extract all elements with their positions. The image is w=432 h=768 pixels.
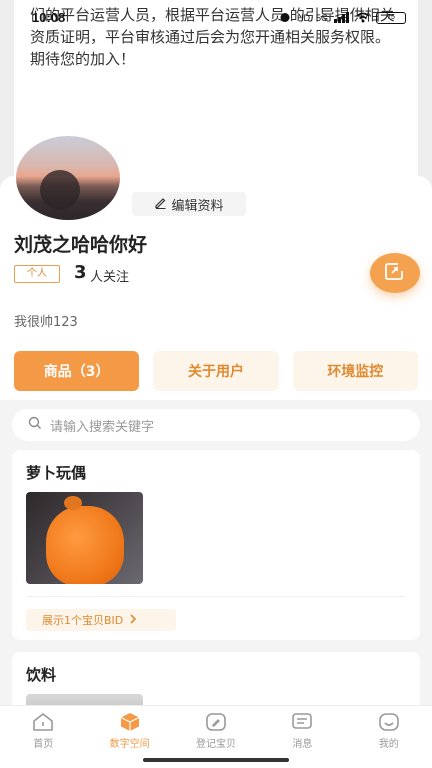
cube-icon (118, 712, 142, 732)
battery-icon: 75 (376, 12, 406, 24)
status-bar: 10:08 HD 5G 75 (0, 8, 432, 30)
search-input[interactable]: 请输入搜索关键字 (12, 409, 420, 441)
category-card: 萝卜玩偶 展示1个宝贝BID (12, 450, 420, 640)
user-name: 刘茂之哈哈你好 (14, 234, 148, 256)
signal-icon (334, 11, 350, 25)
tab-environment-monitoring[interactable]: 环境监控 (292, 351, 418, 391)
divider (26, 596, 406, 597)
nav-label: 我的 (378, 739, 399, 750)
user-bio: 我很帅123 (14, 315, 78, 330)
avatar[interactable] (16, 136, 120, 220)
pencil-icon (154, 196, 167, 213)
message-icon (290, 712, 314, 732)
wifi-icon (356, 12, 370, 25)
nav-label: 首页 (33, 739, 54, 750)
category-title: 饮料 (26, 666, 57, 684)
chevron-right-icon (129, 613, 137, 627)
nav-label: 数字空间 (109, 739, 150, 750)
nav-item-mine[interactable]: 我的 (346, 706, 432, 768)
carrot-toy-image (46, 506, 124, 584)
hd-label: HD (296, 13, 310, 23)
nav-item-home[interactable]: 首页 (0, 706, 86, 768)
category-card: 饮料 (12, 652, 420, 712)
profile-icon (377, 712, 401, 732)
status-icons: HD 5G 75 (279, 11, 406, 25)
search-placeholder: 请输入搜索关键字 (50, 419, 155, 435)
search-icon (28, 416, 42, 434)
profile-tabs: 商品（3） 关于用户 环境监控 (14, 351, 418, 391)
category-title: 萝卜玩偶 (26, 464, 87, 482)
share-icon (385, 262, 405, 284)
product-thumbnail[interactable] (26, 492, 143, 584)
account-type-badge: 个人 (14, 265, 60, 283)
home-indicator (143, 758, 289, 762)
avatar-image-detail (40, 170, 80, 210)
follow-count[interactable]: 3 (74, 262, 87, 283)
share-button[interactable] (370, 253, 420, 293)
edit-profile-label: 编辑资料 (171, 198, 224, 214)
edit-profile-button[interactable]: 编辑资料 (132, 192, 246, 216)
tab-products[interactable]: 商品（3） (14, 351, 140, 391)
network-label: 5G (315, 13, 328, 23)
home-icon (31, 712, 55, 732)
carrot-leaf (64, 496, 82, 510)
alarm-icon (279, 11, 291, 25)
edit-icon (204, 712, 228, 732)
status-time: 10:08 (32, 10, 66, 25)
tab-about-user[interactable]: 关于用户 (153, 351, 279, 391)
show-bid-button[interactable]: 展示1个宝贝BID (26, 609, 176, 631)
nav-label: 消息 (292, 739, 313, 750)
bid-label: 展示1个宝贝BID (42, 614, 124, 627)
nav-label: 登记宝贝 (196, 739, 237, 750)
follow-label[interactable]: 人关注 (90, 266, 129, 285)
